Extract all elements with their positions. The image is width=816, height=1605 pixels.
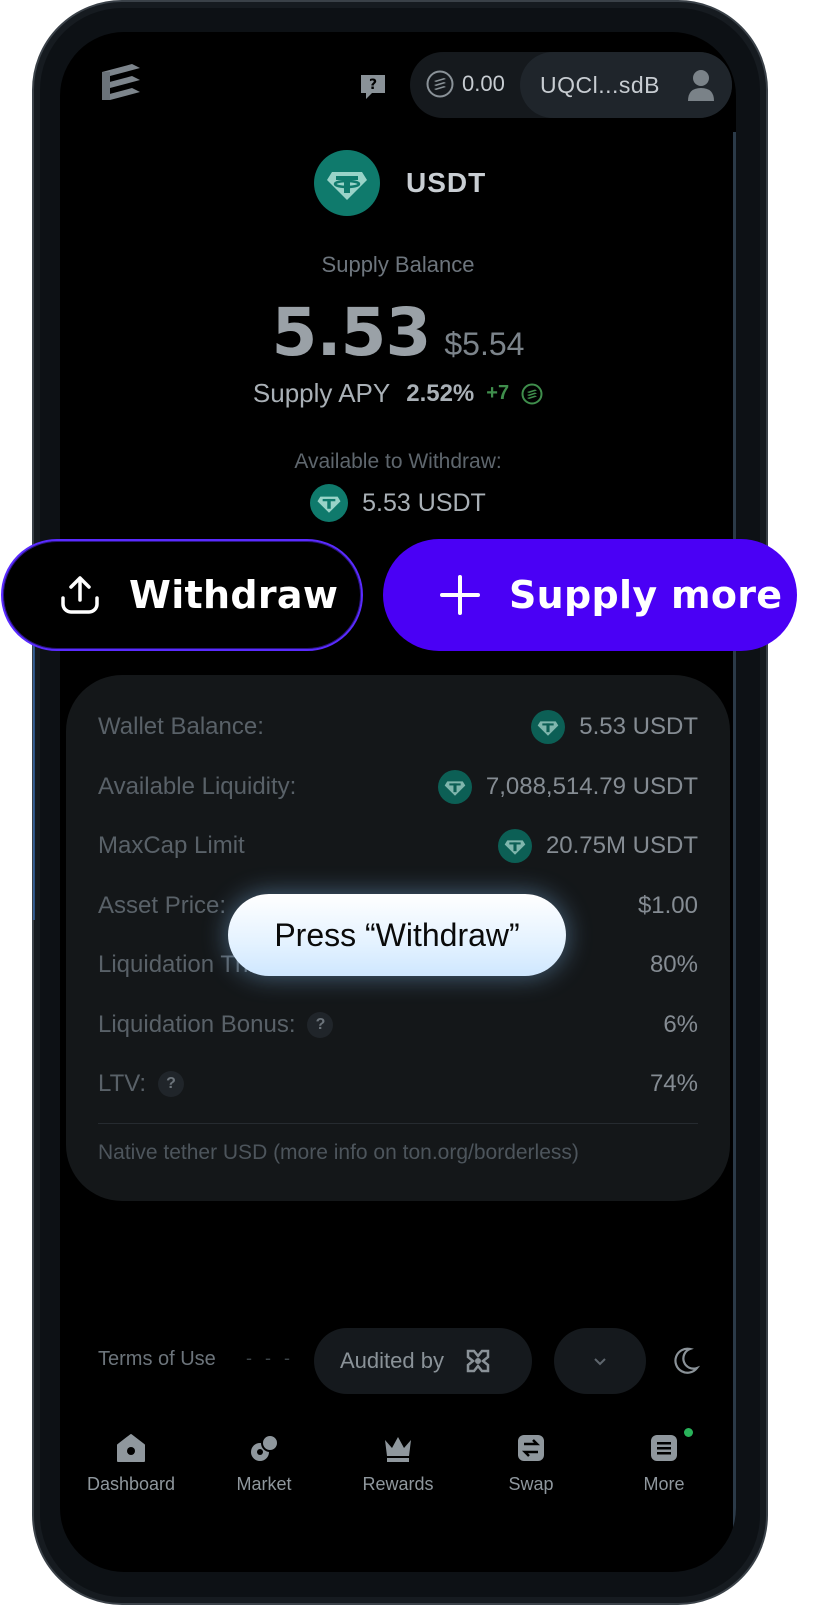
supply-balance-label: Supply Balance — [321, 252, 475, 277]
top-bar: ? 0.00 UQCl...sdB — [60, 52, 736, 122]
usdt-token-icon — [310, 484, 349, 522]
available-withdraw-value: 5.53 USDT — [362, 488, 486, 517]
usdt-token-icon — [437, 770, 472, 804]
supply-amount-row: 5.53 $5.54 — [60, 294, 736, 371]
terms-of-use-link[interactable]: Terms of Use — [98, 1348, 216, 1371]
coin-icon — [426, 70, 454, 98]
info-value-text: 74% — [649, 1070, 698, 1097]
info-label: Liquidation Bonus: ? — [98, 1011, 334, 1039]
nav-label: Swap — [508, 1474, 554, 1494]
nav-label: Rewards — [362, 1474, 434, 1494]
crown-icon — [385, 1437, 411, 1462]
info-value: 5.53 USDT — [531, 710, 698, 744]
info-row-liquidation-bonus: Liquidation Bonus: ? 6% — [98, 1005, 698, 1045]
info-value-text: 7,088,514.79 USDT — [485, 773, 698, 800]
asset-header: USDT — [314, 150, 486, 216]
info-label-text: Liquidation Bonus: — [98, 1011, 296, 1038]
info-row-wallet-balance: Wallet Balance: 5.53 USDT — [98, 707, 698, 747]
available-withdraw-label: Available to Withdraw: — [294, 450, 502, 473]
info-label: LTV: ? — [98, 1070, 185, 1098]
user-icon — [688, 70, 714, 101]
info-row-available-liquidity: Available Liquidity: 7,088,514.79 USDT — [98, 767, 698, 807]
footer-separator: - - - — [246, 1348, 294, 1368]
swap-icon — [518, 1435, 544, 1461]
supply-more-button[interactable]: Supply more — [383, 539, 797, 651]
home-icon — [117, 1434, 145, 1462]
supply-usd-value: $5.54 — [444, 326, 525, 362]
supply-more-label: Supply more — [509, 573, 783, 617]
audited-by-label: Audited by — [340, 1348, 444, 1373]
info-row-maxcap-limit: MaxCap Limit 20.75M USDT — [98, 826, 698, 866]
info-value: 7,088,514.79 USDT — [437, 770, 698, 804]
app-logo-icon[interactable] — [100, 62, 142, 106]
balance-value: 0.00 — [462, 71, 505, 96]
nav-item-market[interactable]: Market — [209, 1432, 319, 1495]
wallet-pill[interactable]: 0.00 UQCl...sdB — [410, 52, 732, 118]
bottom-navigation: Dashboard Market Rewards Swap More — [60, 1428, 736, 1522]
language-dropdown[interactable] — [554, 1328, 646, 1394]
address-pill[interactable]: UQCl...sdB — [520, 52, 732, 118]
apy-bonus: +7 — [486, 382, 510, 404]
notification-dot — [684, 1428, 693, 1437]
divider — [98, 1123, 698, 1124]
footer-row: Terms of Use - - - Audited by — [60, 1328, 736, 1394]
withdraw-label: Withdraw — [129, 573, 339, 617]
info-value-text: 6% — [663, 1011, 698, 1038]
apy-row: Supply APY 2.52% +7 — [60, 378, 736, 409]
apy-label: Supply APY — [252, 378, 391, 408]
help-question-icon[interactable]: ? — [307, 1012, 334, 1038]
info-value-text: 20.75M USDT — [545, 832, 698, 859]
app-screen: ? 0.00 UQCl...sdB USDT Supply Balance 5.… — [60, 32, 736, 1572]
moon-icon[interactable] — [670, 1346, 700, 1376]
available-withdraw-row: 5.53 USDT — [60, 484, 736, 522]
info-label: Asset Price: — [98, 892, 227, 919]
reward-coin-icon — [521, 383, 543, 404]
nav-item-rewards[interactable]: Rewards — [343, 1432, 453, 1495]
chevron-down-icon — [594, 1358, 606, 1366]
asset-name: USDT — [406, 167, 487, 198]
usdt-token-icon — [314, 150, 380, 216]
nav-label: Market — [236, 1474, 292, 1494]
nav-label: Dashboard — [86, 1474, 176, 1494]
nav-item-dashboard[interactable]: Dashboard — [76, 1432, 186, 1495]
svg-text:?: ? — [369, 77, 377, 93]
usdt-token-icon — [497, 829, 532, 863]
info-label: Wallet Balance: — [98, 713, 264, 740]
nav-label: More — [643, 1474, 685, 1494]
help-question-icon[interactable]: ? — [158, 1071, 185, 1097]
info-label: MaxCap Limit — [98, 832, 245, 859]
wallet-address: UQCl...sdB — [540, 72, 661, 98]
supply-amount: 5.53 — [271, 294, 432, 371]
audited-by-button[interactable]: Audited by — [314, 1328, 532, 1394]
info-value-text: 80% — [649, 951, 698, 978]
info-label: Available Liquidity: — [98, 773, 297, 800]
info-row-ltv: LTV: ? 74% — [98, 1064, 698, 1104]
usdt-token-icon — [531, 710, 566, 744]
nav-item-more[interactable]: More — [609, 1428, 719, 1495]
info-label-text: LTV: — [98, 1070, 147, 1097]
withdraw-button[interactable]: Withdraw — [1, 539, 363, 651]
balance-display: 0.00 — [426, 70, 505, 98]
asset-description: Native tether USD (more info on ton.org/… — [98, 1141, 579, 1164]
plus-icon — [440, 575, 480, 615]
info-value-text: 5.53 USDT — [579, 713, 698, 740]
tutorial-tooltip: Press “Withdraw” — [228, 894, 566, 976]
auditor-logo-icon — [466, 1349, 490, 1373]
apy-value: 2.52% — [406, 379, 475, 407]
info-value: 20.75M USDT — [497, 829, 698, 863]
nav-item-swap[interactable]: Swap — [476, 1432, 586, 1495]
help-chat-icon[interactable]: ? — [358, 72, 388, 102]
market-icon — [251, 1434, 279, 1461]
upload-icon — [61, 576, 99, 614]
menu-icon — [651, 1435, 677, 1461]
info-value-text: $1.00 — [637, 892, 698, 919]
